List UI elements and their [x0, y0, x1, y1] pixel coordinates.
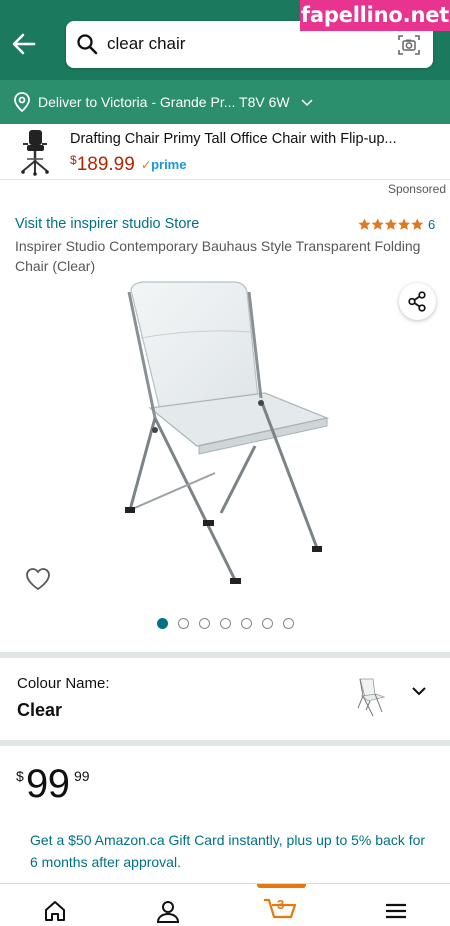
watermark: fapellino.net — [300, 0, 450, 31]
colour-thumbnail[interactable] — [352, 676, 388, 718]
share-icon — [408, 291, 426, 312]
store-link[interactable]: Visit the inspirer studio Store — [15, 216, 199, 232]
ad-title: Drafting Chair Primy Tall Office Chair w… — [70, 131, 397, 147]
home-icon[interactable] — [42, 898, 68, 924]
chevron-down-icon[interactable] — [410, 684, 428, 698]
product-image[interactable] — [95, 278, 355, 598]
price-whole: 99 — [26, 762, 70, 806]
carousel-dot[interactable] — [283, 618, 294, 629]
carousel-dot[interactable] — [262, 618, 273, 629]
rating-count[interactable]: 6 — [428, 217, 435, 232]
carousel-dot[interactable] — [241, 618, 252, 629]
divider — [0, 740, 450, 746]
heart-icon[interactable] — [24, 566, 52, 592]
price-fraction: 99 — [74, 768, 90, 784]
sponsored-ad[interactable]: Drafting Chair Primy Tall Office Chair w… — [0, 124, 450, 180]
colour-value: Clear — [17, 700, 63, 720]
price-currency: $ — [16, 768, 24, 784]
chevron-down-icon — [300, 95, 314, 109]
active-tab-indicator — [257, 884, 306, 888]
top-header: clear chair fapellino.net — [0, 0, 450, 80]
colour-label: Colour Name: — [17, 675, 110, 692]
bottom-nav — [0, 883, 450, 926]
cart-count: 3 — [277, 897, 285, 912]
location-pin-icon — [13, 92, 31, 113]
carousel-dot[interactable] — [199, 618, 210, 629]
ad-product-image — [18, 128, 52, 176]
gift-card-offer[interactable]: Get a $50 Amazon.ca Gift Card instantly,… — [30, 829, 430, 873]
back-arrow-icon[interactable] — [10, 30, 38, 58]
account-icon[interactable] — [155, 898, 181, 924]
divider — [0, 652, 450, 658]
prime-badge: ✓prime — [141, 157, 187, 172]
sponsored-label: Sponsored — [387, 182, 446, 196]
search-query: clear chair — [107, 34, 186, 53]
share-button[interactable] — [399, 283, 436, 320]
carousel-dot[interactable] — [220, 618, 231, 629]
product-title: Inspirer Studio Contemporary Bauhaus Sty… — [15, 238, 421, 274]
ad-price: $189.99 — [70, 153, 135, 175]
menu-icon[interactable] — [383, 898, 409, 924]
deliver-address: Deliver to Victoria - Grande Pr... T8V 6… — [38, 94, 290, 110]
rating-stars[interactable] — [358, 218, 424, 231]
carousel-dot[interactable] — [157, 618, 168, 629]
deliver-to-bar[interactable]: Deliver to Victoria - Grande Pr... T8V 6… — [0, 80, 450, 124]
search-icon — [76, 33, 98, 55]
camera-icon[interactable] — [397, 33, 421, 57]
carousel-dot[interactable] — [178, 618, 189, 629]
